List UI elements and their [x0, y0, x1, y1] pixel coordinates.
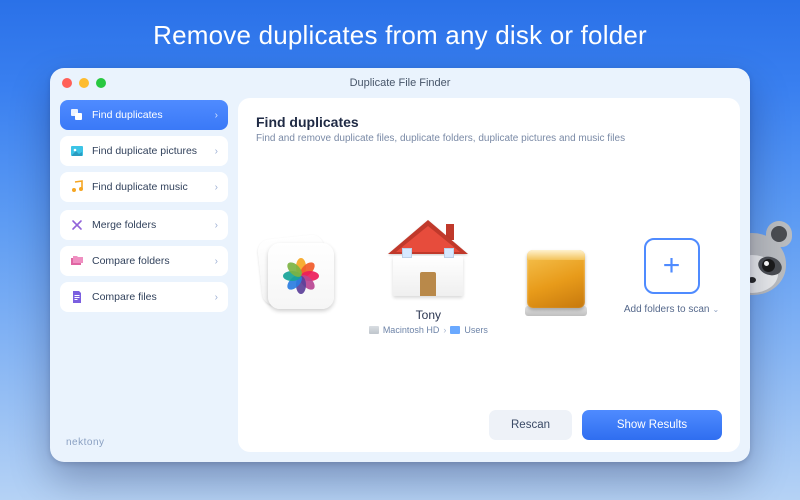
music-icon	[70, 180, 84, 194]
app-window: Duplicate File Finder Find duplicates › …	[50, 68, 750, 462]
sidebar-item-label: Merge folders	[92, 219, 156, 231]
photos-library-icon	[259, 234, 343, 318]
panel-title: Find duplicates	[256, 114, 722, 130]
path-separator-icon: ›	[443, 325, 446, 335]
add-folder-label: Add folders to scan	[624, 304, 710, 315]
chevron-right-icon: ›	[215, 146, 218, 157]
panel-subtitle: Find and remove duplicate files, duplica…	[256, 133, 722, 144]
folders-icon	[70, 254, 84, 268]
duplicates-icon	[70, 108, 84, 122]
sidebar-item-merge-folders[interactable]: Merge folders ›	[60, 210, 228, 240]
target-photos[interactable]	[259, 234, 343, 318]
target-home[interactable]: Tony Macintosh HD › Users	[369, 218, 488, 335]
path-disk: Macintosh HD	[383, 325, 440, 335]
zoom-icon[interactable]	[96, 78, 106, 88]
titlebar: Duplicate File Finder	[50, 68, 750, 98]
sidebar-item-find-duplicates[interactable]: Find duplicates ›	[60, 100, 228, 130]
sidebar: Find duplicates › Find duplicate picture…	[60, 98, 228, 452]
sidebar-item-compare-files[interactable]: Compare files ›	[60, 282, 228, 312]
plus-icon: +	[663, 249, 681, 283]
picture-icon	[70, 144, 84, 158]
target-drive[interactable]	[514, 234, 598, 318]
disk-mini-icon	[369, 326, 379, 334]
sidebar-item-find-pictures[interactable]: Find duplicate pictures ›	[60, 136, 228, 166]
file-icon	[70, 290, 84, 304]
sidebar-item-label: Compare files	[92, 291, 157, 303]
sidebar-item-label: Compare folders	[92, 255, 170, 267]
add-folder-button[interactable]: +	[644, 238, 700, 294]
window-title: Duplicate File Finder	[50, 77, 750, 89]
sidebar-item-compare-folders[interactable]: Compare folders ›	[60, 246, 228, 276]
folder-mini-icon	[450, 326, 460, 334]
sidebar-item-label: Find duplicate pictures	[92, 145, 197, 157]
external-drive-icon	[514, 234, 598, 318]
close-icon[interactable]	[62, 78, 72, 88]
chevron-right-icon: ›	[215, 110, 218, 121]
target-home-label: Tony	[416, 308, 441, 322]
main-panel: Find duplicates Find and remove duplicat…	[238, 98, 740, 452]
chevron-right-icon: ›	[215, 182, 218, 193]
brand-label: nektony	[66, 437, 105, 448]
chevron-down-icon: ⌄	[712, 305, 719, 314]
show-results-button[interactable]: Show Results	[582, 410, 722, 440]
sidebar-item-label: Find duplicate music	[92, 181, 188, 193]
hero-title: Remove duplicates from any disk or folde…	[0, 0, 800, 51]
sidebar-item-find-music[interactable]: Find duplicate music ›	[60, 172, 228, 202]
merge-icon	[70, 218, 84, 232]
panel-footer: Rescan Show Results	[256, 402, 722, 440]
chevron-right-icon: ›	[215, 220, 218, 231]
add-folder-dropdown[interactable]: Add folders to scan ⌄	[624, 304, 719, 315]
target-add: + Add folders to scan ⌄	[624, 238, 719, 315]
home-folder-icon	[386, 218, 470, 302]
sidebar-item-label: Find duplicates	[92, 109, 163, 121]
minimize-icon[interactable]	[79, 78, 89, 88]
rescan-button[interactable]: Rescan	[489, 410, 572, 440]
path-folder: Users	[464, 325, 488, 335]
scan-targets: Tony Macintosh HD › Users	[256, 150, 722, 402]
chevron-right-icon: ›	[215, 292, 218, 303]
chevron-right-icon: ›	[215, 256, 218, 267]
target-home-path: Macintosh HD › Users	[369, 325, 488, 335]
